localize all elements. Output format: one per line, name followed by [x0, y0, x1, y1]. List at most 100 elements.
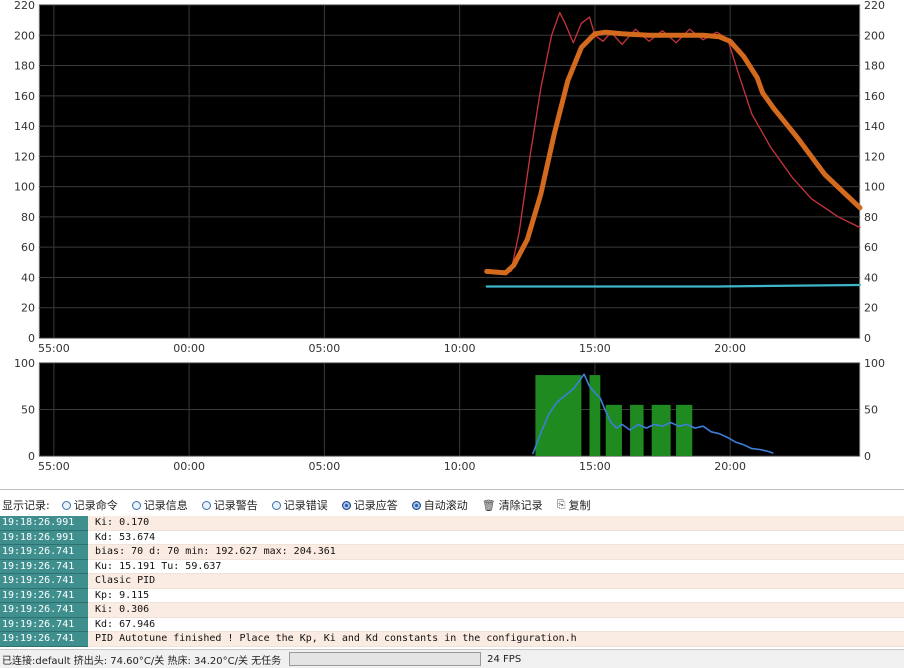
job-progress-bar — [289, 652, 482, 666]
x-tick-label: 15:00 — [579, 460, 611, 473]
y-tick-label: 160 — [14, 90, 35, 103]
log-message: Kp: 9.115 — [88, 588, 904, 603]
log-timestamp: 19:19:26.741 — [0, 574, 88, 589]
log-row: 19:19:26.741 PID Autotune finished ! Plac… — [0, 632, 904, 647]
log-row: 19:19:26.741 Ku: 15.191 Tu: 59.637 — [0, 559, 904, 574]
log-list[interactable]: 19:18:26.991 Ki: 0.170 19:18:26.991 Kd: 53… — [0, 516, 904, 647]
y-tick-label: 100 — [14, 357, 35, 370]
clear-log-button[interactable]: 🗑 清除记录 — [482, 497, 543, 513]
y-tick-label: 0 — [28, 450, 35, 463]
copy-log-button[interactable]: ⎘ 复制 — [557, 497, 591, 513]
log-timestamp: 19:19:26.741 — [0, 545, 88, 560]
radio-icon — [411, 500, 421, 510]
output-x-axis: 55:00 00:00 05:00 10:00 15:00 20:00 — [38, 460, 746, 473]
y-tick-label: 100 — [14, 181, 35, 194]
log-filter-toolbar: 显示记录: 记录命令 记录信息 记录警告 记录错误 记录应答 自动滚动 🗑 清除记… — [0, 494, 904, 516]
log-row: 19:19:26.741 Kp: 9.115 — [0, 588, 904, 603]
log-timestamp: 19:19:26.741 — [0, 617, 88, 632]
output-y-axis-left: 100 50 0 — [14, 357, 35, 463]
temperature-plot-area — [38, 4, 861, 339]
toggle-auto-scroll[interactable]: 自动滚动 — [411, 497, 468, 513]
y-tick-label: 0 — [28, 332, 35, 345]
log-message: Kd: 67.946 — [88, 617, 904, 632]
x-tick-label: 20:00 — [714, 342, 746, 355]
log-message: PID Autotune finished ! Place the Kp, Ki… — [88, 632, 904, 647]
y-tick-label: 20 — [864, 302, 878, 315]
log-timestamp: 19:19:26.741 — [0, 632, 88, 647]
y-tick-label: 200 — [864, 29, 885, 42]
output-y-axis-right: 100 50 0 — [864, 357, 885, 463]
toggle-log-info[interactable]: 记录信息 — [131, 497, 188, 513]
log-timestamp: 19:19:26.741 — [0, 588, 88, 603]
log-message: Ki: 0.306 — [88, 603, 904, 618]
log-timestamp: 19:19:26.741 — [0, 559, 88, 574]
x-tick-label: 00:00 — [173, 342, 205, 355]
log-message: Clasic PID — [88, 574, 904, 589]
y-tick-label: 40 — [864, 271, 878, 284]
log-row: 19:19:26.741 Ki: 0.306 — [0, 603, 904, 618]
y-tick-label: 140 — [864, 120, 885, 133]
output-bar — [630, 404, 644, 456]
log-message: Ki: 0.170 — [88, 516, 904, 531]
x-tick-label: 55:00 — [38, 460, 70, 473]
toggle-log-responses[interactable]: 记录应答 — [341, 497, 398, 513]
y-tick-label: 180 — [864, 60, 885, 73]
panel-separator — [0, 489, 904, 490]
fps-counter: 24 FPS — [487, 653, 522, 665]
y-tick-label: 100 — [864, 357, 885, 370]
y-tick-label: 20 — [21, 302, 35, 315]
radio-icon — [271, 500, 281, 510]
x-tick-label: 05:00 — [309, 460, 341, 473]
radio-icon — [201, 500, 211, 510]
output-bar — [651, 404, 671, 456]
y-tick-label: 80 — [864, 211, 878, 224]
log-timestamp: 19:19:26.741 — [0, 603, 88, 618]
x-tick-label: 10:00 — [444, 342, 476, 355]
log-message: Ku: 15.191 Tu: 59.637 — [88, 559, 904, 574]
temperature-charts: 220200180160140120100806040200 220200180… — [0, 0, 904, 486]
x-tick-label: 05:00 — [309, 342, 341, 355]
y-tick-label: 0 — [864, 332, 871, 345]
log-row: 19:18:26.991 Kd: 53.674 — [0, 530, 904, 545]
y-tick-label: 40 — [21, 271, 35, 284]
log-row: 19:19:26.741 bias: 70 d: 70 min: 192.627 … — [0, 545, 904, 560]
copy-icon: ⎘ — [556, 498, 566, 511]
x-tick-label: 20:00 — [714, 460, 746, 473]
y-tick-label: 100 — [864, 181, 885, 194]
y-tick-label: 140 — [14, 120, 35, 133]
toggle-log-errors[interactable]: 记录错误 — [271, 497, 328, 513]
output-bar — [676, 404, 693, 456]
status-bar: 已连接:default 挤出头: 74.60°C/关 热床: 34.20°C/关… — [0, 649, 904, 668]
display-log-label: 显示记录: — [2, 499, 50, 512]
y-tick-label: 200 — [14, 29, 35, 42]
log-timestamp: 19:18:26.991 — [0, 530, 88, 545]
y-tick-label: 160 — [864, 90, 885, 103]
log-message: bias: 70 d: 70 min: 192.627 max: 204.361 — [88, 545, 904, 560]
log-row: 19:19:26.741 Clasic PID — [0, 574, 904, 589]
temperature-y-axis-left: 220200180160140120100806040200 — [14, 0, 35, 345]
radio-icon — [341, 500, 351, 510]
y-tick-label: 220 — [14, 0, 35, 12]
y-tick-label: 120 — [14, 150, 35, 163]
connection-status: 已连接:default 挤出头: 74.60°C/关 热床: 34.20°C/关… — [2, 655, 282, 667]
toggle-log-warnings[interactable]: 记录警告 — [201, 497, 258, 513]
x-tick-label: 10:00 — [444, 460, 476, 473]
temperature-y-axis-right: 220200180160140120100806040200 — [864, 0, 885, 345]
log-row: 19:19:26.741 Kd: 67.946 — [0, 617, 904, 632]
y-tick-label: 80 — [21, 211, 35, 224]
y-tick-label: 60 — [864, 241, 878, 254]
trash-icon: 🗑 — [481, 498, 496, 512]
x-tick-label: 15:00 — [579, 342, 611, 355]
y-tick-label: 60 — [21, 241, 35, 254]
x-tick-label: 00:00 — [173, 460, 205, 473]
radio-icon — [131, 500, 141, 510]
x-tick-label: 55:00 — [38, 342, 70, 355]
log-message: Kd: 53.674 — [88, 530, 904, 545]
y-tick-label: 50 — [864, 404, 878, 417]
toggle-log-commands[interactable]: 记录命令 — [61, 497, 118, 513]
radio-icon — [61, 500, 71, 510]
y-tick-label: 220 — [864, 0, 885, 12]
log-timestamp: 19:18:26.991 — [0, 516, 88, 531]
y-tick-label: 0 — [864, 450, 871, 463]
temperature-x-axis: 55:00 00:00 05:00 10:00 15:00 20:00 — [38, 342, 746, 355]
